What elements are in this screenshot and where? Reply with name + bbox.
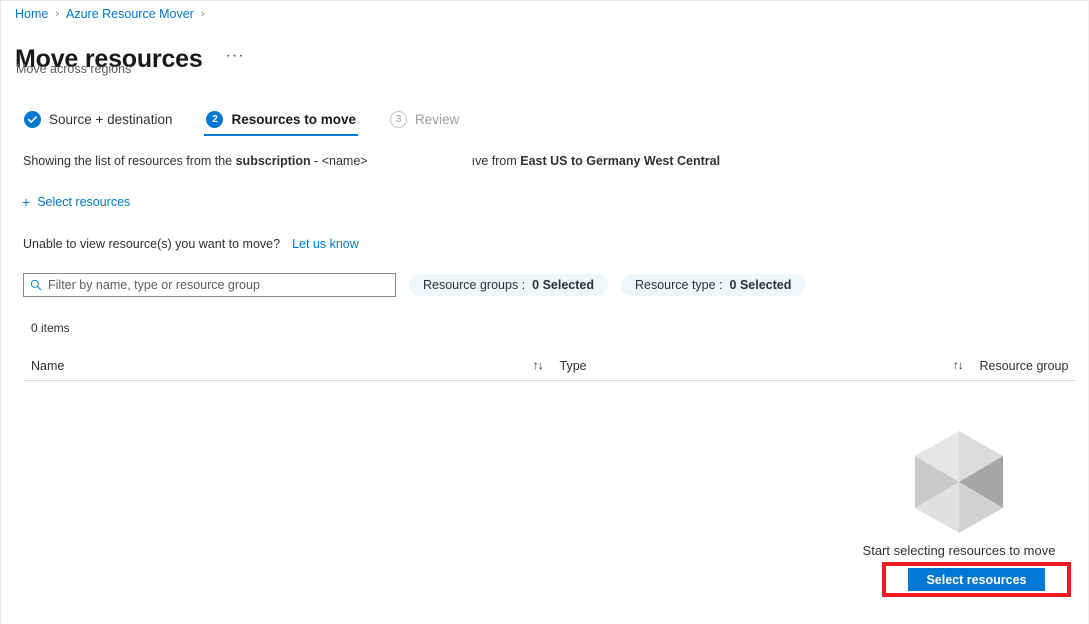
sort-icon[interactable]: ↑↓ [533,360,543,372]
search-input[interactable] [48,278,389,292]
move-resources-page: Home › Azure Resource Mover › Move resou… [0,0,1089,624]
wizard-steps: Source + destination 2 Resources to move… [22,111,491,136]
column-header-name[interactable]: Name [23,359,533,373]
step-number-badge: 3 [390,111,408,128]
page-subtitle: Move across regions [16,62,132,76]
filter-row: Resource groups : 0 Selected Resource ty… [23,273,806,297]
step-number-badge: 2 [206,111,224,128]
breadcrumb: Home › Azure Resource Mover › [15,4,212,24]
filter-pill-label: Resource groups : [423,278,526,292]
empty-state: Start selecting resources to move [859,429,1059,558]
column-header-resource-group[interactable]: ↑↓ Resource group [953,359,1076,373]
tab-label: Source + destination [49,112,173,127]
column-header-label: Name [31,359,65,373]
breadcrumb-item-home[interactable]: Home [15,7,48,21]
tab-source-destination[interactable]: Source + destination [22,111,174,136]
help-row: Unable to view resource(s) you want to m… [23,237,359,251]
breadcrumb-separator-icon: › [200,8,205,20]
tab-resources-to-move[interactable]: 2 Resources to move [204,111,358,136]
cube-illustration-icon [915,431,1003,533]
breadcrumb-separator-icon: › [55,8,60,20]
check-circle-icon [24,111,41,128]
tab-label: Resources to move [231,112,357,127]
item-count: 0 items [31,321,70,335]
filter-pill-label: Resource type : [634,278,723,292]
select-resources-command[interactable]: + Select resources [22,195,130,209]
sort-icon[interactable]: ↑↓ [953,360,963,372]
title-row: Move resources ··· [15,27,250,91]
tab-label: Review [415,112,460,127]
info-regions: East US to Germany West Central [520,154,721,168]
resources-table: Name ↑↓ Type ↑↓ Resource group [23,352,1076,381]
info-subscription-name: - <name> [310,154,368,168]
column-header-type[interactable]: ↑↓ Type [533,359,953,373]
info-move-lead: ıve from [471,154,521,168]
column-header-label: Type [559,359,587,373]
info-subscription-label: subscription [235,154,311,168]
more-options-icon[interactable]: ··· [221,47,250,71]
tab-review[interactable]: 3 Review [388,111,461,136]
subscription-info-text: Showing the list of resources from the s… [23,154,720,168]
search-icon [30,279,42,291]
breadcrumb-item-azure-resource-mover[interactable]: Azure Resource Mover [66,7,194,21]
filter-pill-resource-type[interactable]: Resource type : 0 Selected [620,274,806,296]
info-prefix: Showing the list of resources from the [23,154,236,168]
table-header-row: Name ↑↓ Type ↑↓ Resource group [23,352,1076,381]
let-us-know-link[interactable]: Let us know [292,237,359,251]
help-question-text: Unable to view resource(s) you want to m… [23,237,281,251]
highlight-annotation: Select resources [882,562,1071,597]
select-resources-button[interactable]: Select resources [908,568,1045,591]
select-resources-command-label: Select resources [37,195,131,209]
search-box[interactable] [23,273,396,297]
column-header-label: Resource group [979,359,1069,373]
plus-icon: + [22,194,31,210]
empty-state-message: Start selecting resources to move [862,543,1056,558]
filter-pill-value: 0 Selected [532,278,594,292]
filter-pill-value: 0 Selected [729,278,792,292]
filter-pill-resource-groups[interactable]: Resource groups : 0 Selected [409,274,608,296]
